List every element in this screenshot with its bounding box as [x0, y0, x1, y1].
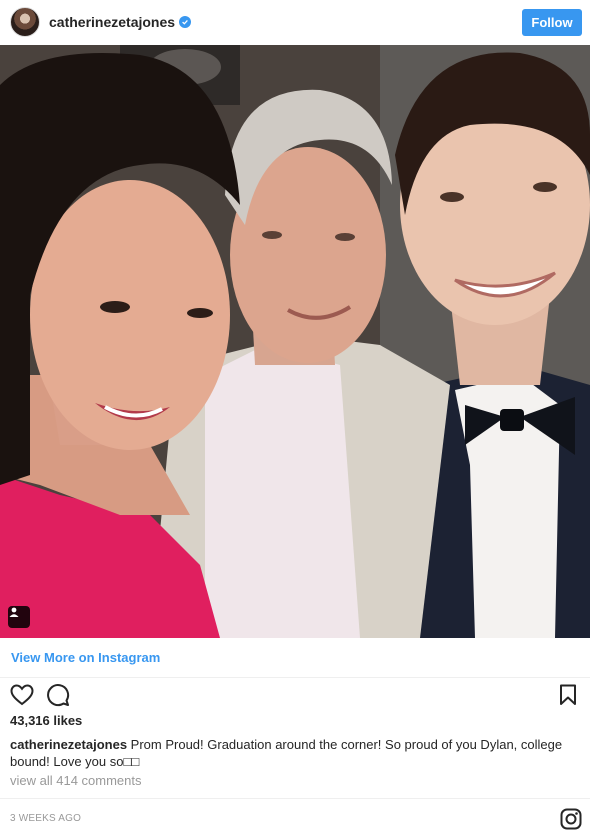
avatar[interactable]: [10, 7, 40, 37]
post-footer: 3 weeks ago: [0, 798, 590, 838]
action-bar: [0, 680, 590, 710]
verified-badge-icon: [179, 16, 192, 28]
likes-count[interactable]: 43,316 likes: [10, 713, 82, 728]
instagram-logo-icon[interactable]: [560, 808, 582, 830]
view-more-link[interactable]: View More on Instagram: [11, 650, 160, 665]
post-header: catherinezetajones Follow: [0, 0, 590, 44]
timestamp[interactable]: 3 weeks ago: [10, 813, 81, 824]
post-photo[interactable]: [0, 45, 590, 638]
header-username[interactable]: catherinezetajones: [49, 14, 175, 30]
instagram-embed: catherinezetajones Follow View More on I…: [0, 0, 590, 839]
view-more-row: View More on Instagram: [0, 638, 590, 678]
follow-button[interactable]: Follow: [522, 8, 582, 36]
user-tag-icon[interactable]: [8, 606, 30, 628]
caption-username[interactable]: catherinezetajones: [10, 737, 127, 752]
photo-illustration: [0, 45, 590, 638]
comment-icon[interactable]: [44, 681, 72, 709]
view-comments-link[interactable]: view all 414 comments: [10, 773, 142, 788]
bookmark-icon[interactable]: [554, 681, 582, 709]
heart-icon[interactable]: [8, 681, 36, 709]
caption: catherinezetajones Prom Proud! Graduatio…: [10, 736, 582, 770]
